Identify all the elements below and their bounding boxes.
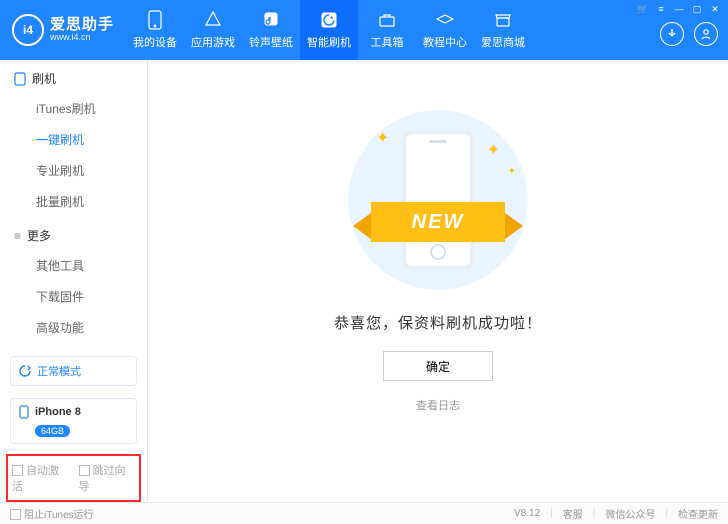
checkbox-icon — [12, 465, 23, 476]
sparkle-icon: ✦ — [508, 166, 516, 177]
flash-icon — [319, 10, 339, 30]
phone-icon — [19, 405, 29, 419]
nav-device[interactable]: 我的设备 — [126, 0, 184, 60]
sidebar-group-more: ≡ 更多 — [0, 217, 147, 250]
brand-url: www.i4.cn — [50, 33, 114, 43]
window-controls: 🛒 ≡ — ▢ ✕ — [634, 2, 724, 16]
sparkle-icon: ✦ — [487, 140, 500, 160]
more-icon: ≡ — [14, 229, 21, 243]
nav-label: 智能刷机 — [307, 34, 351, 50]
status-bar: 阻止iTunes运行 V8.12 | 客服 | 微信公众号 | 检查更新 — [0, 502, 728, 524]
auto-activate-checkbox[interactable]: 自动激活 — [12, 462, 69, 494]
main-panel: NEW ✦ ✦ ✦ 恭喜您，保资料刷机成功啦！ 确定 查看日志 — [148, 60, 728, 502]
device-name: iPhone 8 — [35, 406, 81, 418]
sidebar-item-oneclick[interactable]: 一键刷机 — [0, 124, 147, 155]
brand-logo: i4 爱思助手 www.i4.cn — [0, 0, 126, 60]
toolbox-icon — [377, 10, 397, 30]
sidebar-item-batch[interactable]: 批量刷机 — [0, 186, 147, 217]
refresh-icon — [19, 365, 31, 377]
mode-label: 正常模式 — [37, 363, 81, 379]
update-link[interactable]: 检查更新 — [678, 506, 718, 521]
nav-ringtone[interactable]: 铃声壁纸 — [242, 0, 300, 60]
close-icon[interactable]: ✕ — [706, 2, 724, 16]
logo-icon: i4 — [12, 14, 44, 46]
wechat-link[interactable]: 微信公众号 — [605, 506, 655, 521]
top-nav: 我的设备 应用游戏 铃声壁纸 智能刷机 工具箱 教程中心 爱思商城 — [126, 0, 532, 60]
sidebar-group-flash: 刷机 — [0, 60, 147, 93]
support-link[interactable]: 客服 — [563, 506, 583, 521]
ribbon-text: NEW — [371, 202, 505, 242]
view-log-link[interactable]: 查看日志 — [416, 397, 460, 413]
nav-label: 爱思商城 — [481, 34, 525, 50]
version-label: V8.12 — [514, 508, 540, 519]
minimize-icon[interactable]: — — [670, 2, 688, 16]
sidebar-item-itunes[interactable]: iTunes刷机 — [0, 93, 147, 124]
cart-icon[interactable]: 🛒 — [634, 2, 652, 16]
nav-toolbox[interactable]: 工具箱 — [358, 0, 416, 60]
app-header: i4 爱思助手 www.i4.cn 我的设备 应用游戏 铃声壁纸 智能刷机 工具… — [0, 0, 728, 60]
block-itunes-checkbox[interactable]: 阻止iTunes运行 — [10, 506, 94, 521]
result-message: 恭喜您，保资料刷机成功啦！ — [334, 312, 542, 333]
user-icon[interactable] — [694, 22, 718, 46]
shop-icon — [493, 10, 513, 30]
confirm-button[interactable]: 确定 — [383, 351, 493, 381]
nav-label: 工具箱 — [371, 34, 404, 50]
nav-label: 应用游戏 — [191, 34, 235, 50]
header-right — [660, 22, 718, 46]
nav-label: 教程中心 — [423, 34, 467, 50]
apps-icon — [203, 10, 223, 30]
ribbon: NEW — [353, 202, 523, 242]
device-mode[interactable]: 正常模式 — [10, 356, 137, 386]
checkbox-label: 阻止iTunes运行 — [24, 510, 94, 521]
download-icon[interactable] — [660, 22, 684, 46]
nav-label: 我的设备 — [133, 34, 177, 50]
menu-icon[interactable]: ≡ — [652, 2, 670, 16]
sidebar-group-label: 刷机 — [32, 70, 56, 87]
device-capacity: 64GB — [35, 425, 70, 437]
sidebar-item-firmware[interactable]: 下载固件 — [0, 281, 147, 312]
connected-device[interactable]: iPhone 8 64GB — [10, 398, 137, 444]
nav-apps[interactable]: 应用游戏 — [184, 0, 242, 60]
nav-tutorial[interactable]: 教程中心 — [416, 0, 474, 60]
phone-icon — [145, 10, 165, 30]
success-illustration: NEW ✦ ✦ ✦ — [348, 110, 528, 290]
skip-wizard-checkbox[interactable]: 跳过向导 — [79, 462, 136, 494]
brand-name: 爱思助手 — [50, 17, 114, 34]
sparkle-icon: ✦ — [376, 128, 389, 148]
sidebar-item-other[interactable]: 其他工具 — [0, 250, 147, 281]
sidebar-item-pro[interactable]: 专业刷机 — [0, 155, 147, 186]
nav-mall[interactable]: 爱思商城 — [474, 0, 532, 60]
phone-graphic — [402, 130, 474, 270]
options-row: 自动激活 跳过向导 — [6, 454, 141, 502]
sidebar: 刷机 iTunes刷机 一键刷机 专业刷机 批量刷机 ≡ 更多 其他工具 下载固… — [0, 60, 148, 502]
maximize-icon[interactable]: ▢ — [688, 2, 706, 16]
sidebar-group-label: 更多 — [27, 227, 51, 244]
tutorial-icon — [435, 10, 455, 30]
nav-flash-active[interactable]: 智能刷机 — [300, 0, 358, 60]
ringtone-icon — [261, 10, 281, 30]
body: 刷机 iTunes刷机 一键刷机 专业刷机 批量刷机 ≡ 更多 其他工具 下载固… — [0, 60, 728, 502]
phone-icon — [14, 72, 26, 86]
checkbox-icon — [79, 465, 90, 476]
checkbox-icon — [10, 509, 21, 520]
sidebar-item-advanced[interactable]: 高级功能 — [0, 312, 147, 343]
nav-label: 铃声壁纸 — [249, 34, 293, 50]
